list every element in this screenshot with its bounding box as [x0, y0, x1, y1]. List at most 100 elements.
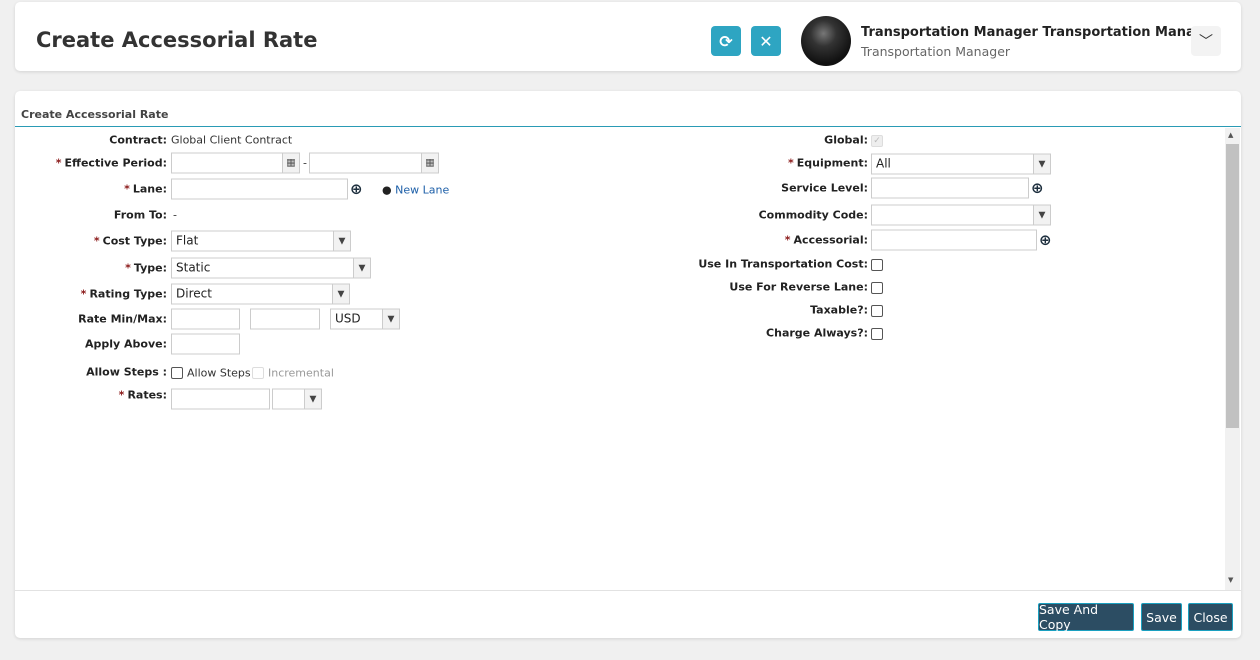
selected-value: Direct	[176, 286, 212, 301]
charge-always-checkbox[interactable]	[871, 328, 883, 340]
user-role: Transportation Manager	[861, 44, 1011, 59]
close-form-button[interactable]: Close	[1188, 603, 1233, 631]
user-menu-button[interactable]: ﹀	[1191, 26, 1221, 56]
selected-value: All	[876, 156, 891, 171]
calendar-icon[interactable]: ▦	[421, 153, 438, 173]
refresh-icon: ⟳	[719, 31, 733, 51]
label-text: Type:	[133, 261, 167, 275]
period-separator: -	[303, 156, 307, 170]
close-button[interactable]: ✕	[751, 26, 781, 56]
required-mark: *	[118, 388, 125, 402]
label-text: Rates:	[127, 388, 167, 402]
scrollbar-thumb[interactable]	[1226, 144, 1239, 428]
refresh-button[interactable]: ⟳	[711, 26, 741, 56]
search-lane-icon[interactable]: ⊕	[350, 180, 363, 198]
section-divider	[15, 126, 1241, 127]
avatar[interactable]	[801, 16, 851, 66]
service-level-input[interactable]	[871, 177, 1029, 199]
allow-steps-label: Allow Steps :	[86, 365, 167, 379]
required-mark: *	[93, 234, 100, 248]
incremental-checkbox[interactable]	[252, 367, 264, 379]
required-mark: *	[80, 287, 87, 301]
cost-type-label: * Cost Type:	[94, 235, 167, 248]
incremental-text: Incremental	[268, 366, 334, 380]
label-text: Lane:	[132, 182, 167, 196]
rate-min-input[interactable]	[171, 308, 240, 330]
required-mark: *	[124, 182, 130, 196]
label-text: Rating Type:	[89, 287, 167, 301]
page-title: Create Accessorial Rate	[36, 28, 318, 52]
search-service-level-icon[interactable]: ⊕	[1031, 179, 1044, 197]
allow-steps-text: Allow Steps	[187, 366, 251, 380]
user-name: Transportation Manager Transportation Ma…	[861, 25, 1210, 40]
section-title: Create Accessorial Rate	[21, 108, 169, 121]
required-mark: *	[55, 156, 62, 170]
new-lane-text: New Lane	[395, 183, 450, 197]
currency-select[interactable]: USD ▼	[330, 308, 400, 330]
selected-value: Flat	[176, 233, 199, 248]
required-mark: *	[784, 233, 791, 247]
equipment-label: * Equipment:	[788, 157, 868, 170]
calendar-icon[interactable]: ▦	[282, 153, 299, 173]
lane-label: * Lane:	[124, 183, 167, 196]
global-checkbox: ✓	[871, 135, 883, 147]
chevron-down-icon: ▼	[1033, 154, 1050, 174]
selected-value: Static	[176, 260, 211, 275]
cost-type-select[interactable]: Flat ▼	[171, 230, 351, 252]
required-mark: *	[125, 261, 131, 275]
chevron-down-icon: ▼	[1033, 205, 1050, 225]
from-to-label: From To:	[113, 208, 167, 222]
chevron-down-icon: ▼	[382, 309, 399, 329]
effective-end-input[interactable]: ▦	[309, 152, 439, 174]
rating-type-label: * Rating Type:	[81, 288, 167, 301]
close-icon: ✕	[759, 31, 773, 51]
equipment-select[interactable]: All ▼	[871, 153, 1051, 175]
taxable-checkbox[interactable]	[871, 305, 883, 317]
lane-input[interactable]	[171, 178, 348, 200]
label-text: Equipment:	[796, 156, 868, 170]
from-to-value: -	[173, 208, 177, 222]
type-label: * Type:	[125, 262, 167, 275]
chevron-down-icon: ▼	[333, 231, 350, 251]
effective-start-input[interactable]: ▦	[171, 152, 300, 174]
global-label: Global:	[824, 133, 868, 147]
rates-unit-select[interactable]: ▼	[272, 388, 322, 410]
service-level-label: Service Level:	[781, 181, 868, 195]
chevron-down-icon: ▼	[304, 389, 321, 409]
chevron-down-icon: ▼	[332, 284, 349, 304]
commodity-code-select[interactable]: ▼	[871, 204, 1051, 226]
search-accessorial-icon[interactable]: ⊕	[1039, 231, 1052, 249]
scroll-up-icon[interactable]: ▲	[1228, 131, 1233, 139]
selected-value: USD	[335, 311, 361, 326]
scroll-down-icon[interactable]: ▼	[1228, 576, 1233, 584]
contract-label: Contract:	[109, 133, 167, 147]
required-mark: *	[787, 156, 794, 170]
contract-value: Global Client Contract	[171, 133, 293, 147]
effective-period-label: * Effective Period:	[56, 157, 167, 170]
use-in-transportation-cost-checkbox[interactable]	[871, 259, 883, 271]
rate-max-input[interactable]	[250, 308, 320, 330]
label-text: Cost Type:	[102, 234, 167, 248]
charge-always-label: Charge Always?:	[766, 326, 868, 340]
taxable-label: Taxable?:	[810, 303, 868, 317]
reverse-lane-label: Use For Reverse Lane:	[729, 280, 868, 294]
footer-divider	[15, 590, 1241, 591]
accessorial-input[interactable]	[871, 229, 1037, 251]
chevron-down-icon: ▼	[353, 258, 370, 278]
use-in-transportation-cost-label: Use In Transportation Cost:	[698, 257, 868, 271]
allow-steps-checkbox[interactable]	[171, 367, 183, 379]
apply-above-input[interactable]	[171, 333, 240, 355]
save-button[interactable]: Save	[1141, 603, 1182, 631]
rates-input[interactable]	[171, 388, 270, 410]
accessorial-label: * Accessorial:	[785, 234, 868, 247]
commodity-code-label: Commodity Code:	[758, 208, 868, 222]
rating-type-select[interactable]: Direct ▼	[171, 283, 350, 305]
new-lane-link[interactable]: ● New Lane	[382, 184, 449, 197]
type-select[interactable]: Static ▼	[171, 257, 371, 279]
reverse-lane-checkbox[interactable]	[871, 282, 883, 294]
label-text: Accessorial:	[793, 233, 868, 247]
apply-above-label: Apply Above:	[84, 337, 167, 351]
plus-circle-icon: ●	[382, 183, 392, 197]
rate-minmax-label: Rate Min/Max:	[78, 312, 167, 326]
save-and-copy-button[interactable]: Save And Copy	[1038, 602, 1134, 632]
